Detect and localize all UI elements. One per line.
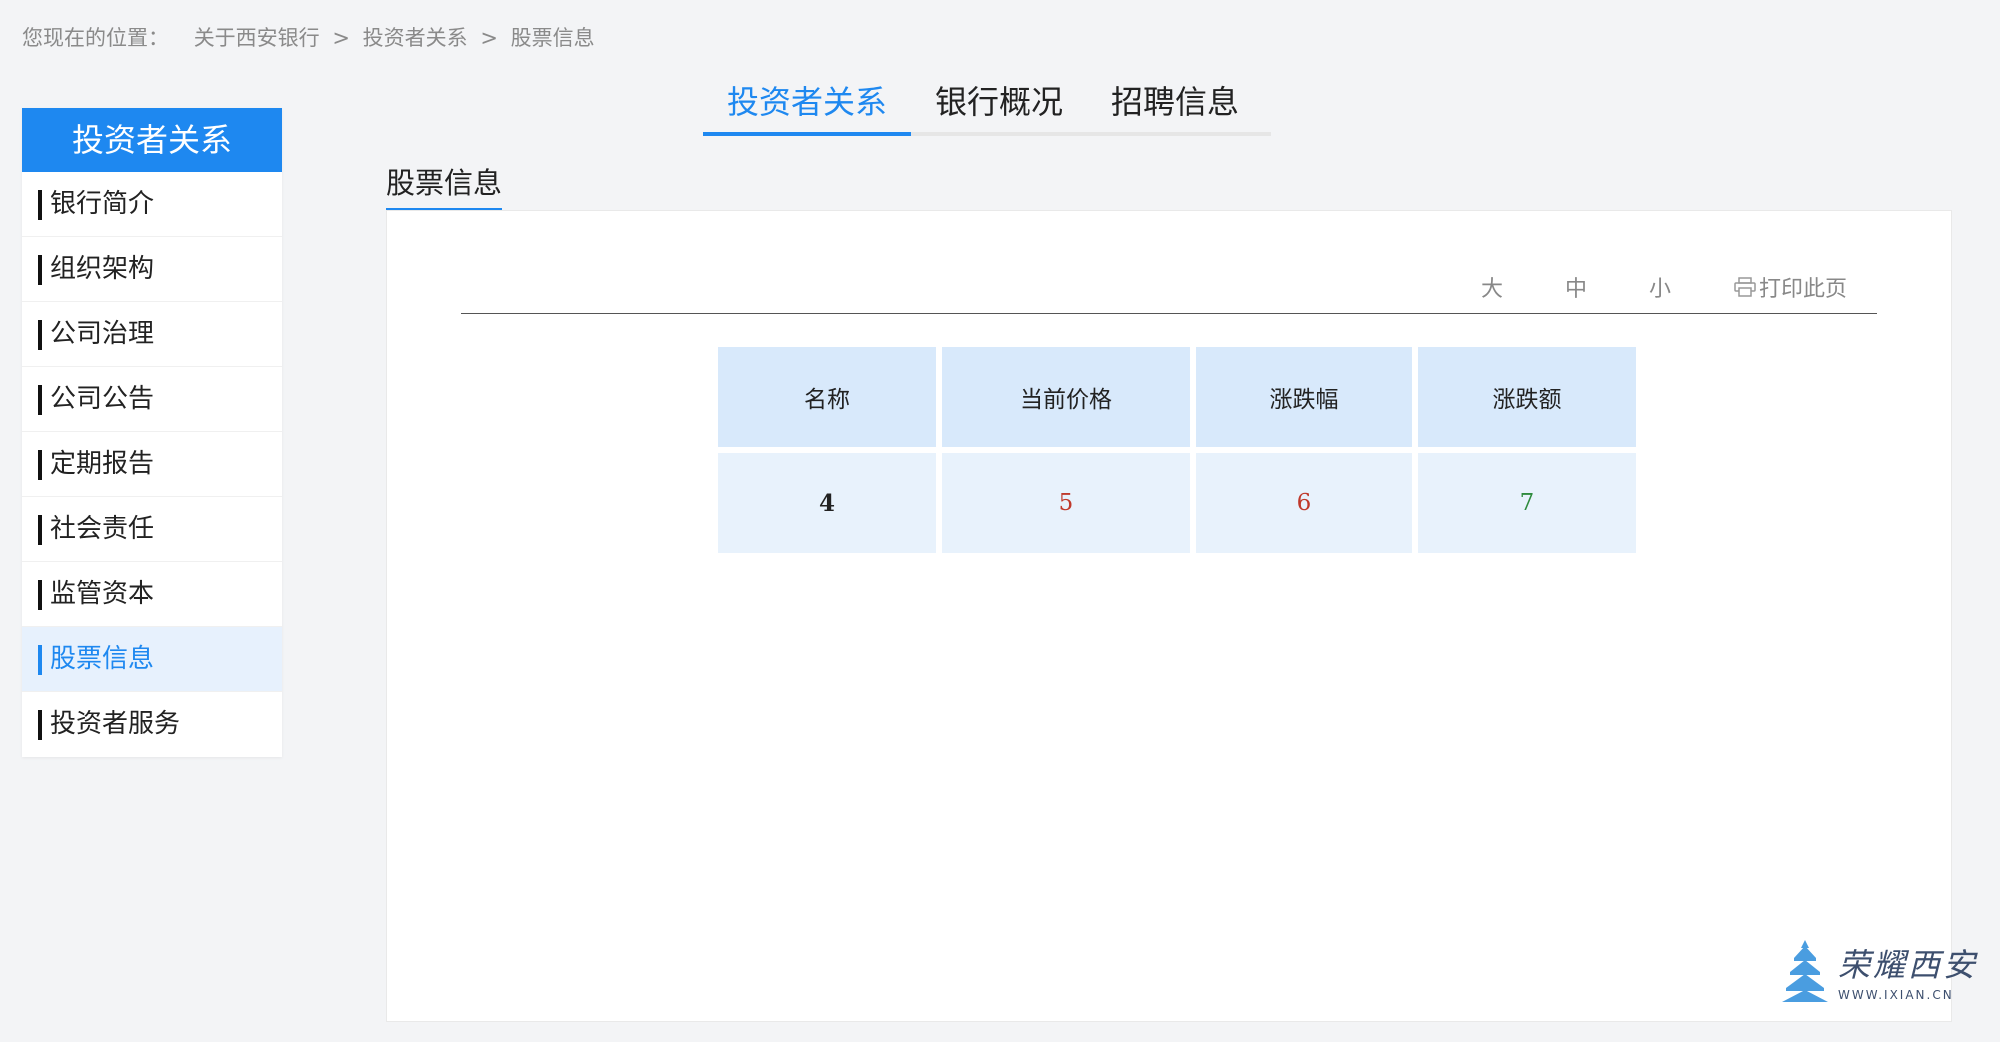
header-change-percent: 涨跌幅 (1196, 347, 1412, 447)
sidebar-item-investor-services[interactable]: 投资者服务 (22, 692, 282, 757)
section-title: 股票信息 (386, 160, 503, 212)
font-size-medium-button[interactable]: 中 (1565, 271, 1587, 303)
pagoda-logo-icon (1782, 940, 1828, 1002)
sidebar-item-marker (38, 710, 42, 740)
breadcrumb-link-about[interactable]: 关于西安银行 (194, 22, 320, 52)
table-row: 4 5 6 7 (718, 453, 1636, 553)
sidebar-item-label: 监管资本 (50, 579, 155, 609)
sidebar-item-marker (38, 190, 42, 220)
sidebar-item-label: 投资者服务 (50, 709, 181, 739)
stock-table: 名称 当前价格 涨跌幅 涨跌额 4 5 6 7 (712, 341, 1642, 559)
printer-icon (1734, 277, 1756, 297)
sidebar-item-marker (38, 645, 42, 675)
page: 您现在的位置： 关于西安银行 > 投资者关系 > 股票信息 投资者关系 银行简介… (0, 0, 2000, 1042)
sidebar-item-label: 股票信息 (50, 644, 155, 674)
breadcrumb-link-investor[interactable]: 投资者关系 (363, 22, 468, 52)
sidebar-item-label: 社会责任 (50, 514, 155, 544)
watermark-title: 荣耀西安 (1838, 946, 1979, 984)
sidebar-item-marker (38, 515, 42, 545)
sidebar-item-regulatory-capital[interactable]: 监管资本 (22, 562, 282, 627)
header-name: 名称 (718, 347, 936, 447)
watermark-subtitle: WWW.IXIAN.CN (1838, 988, 1954, 1002)
cell-change-percent: 6 (1196, 453, 1412, 553)
cell-current-price: 5 (942, 453, 1190, 553)
sidebar-item-governance[interactable]: 公司治理 (22, 302, 282, 367)
watermark-text: 荣耀西安 WWW.IXIAN.CN (1838, 940, 1978, 1002)
sidebar-item-stock-info[interactable]: 股票信息 (22, 627, 282, 692)
cell-name: 4 (718, 453, 936, 553)
print-label: 打印此页 (1758, 277, 1847, 302)
top-tabs: 投资者关系 银行概况 招聘信息 (703, 80, 1271, 136)
tab-bank-overview[interactable]: 银行概况 (911, 80, 1087, 132)
print-button[interactable]: 打印此页 (1733, 271, 1847, 303)
sidebar-item-label: 银行简介 (50, 189, 155, 219)
sidebar-item-label: 组织架构 (50, 254, 155, 284)
font-size-large-button[interactable]: 大 (1481, 271, 1503, 303)
toolbar: 大 中 小 打印此页 (461, 271, 1877, 314)
sidebar-item-label: 定期报告 (50, 449, 155, 479)
breadcrumb-separator: > (332, 26, 350, 50)
sidebar-item-marker (38, 255, 42, 285)
toolbar-tools: 大 中 小 打印此页 (1419, 271, 1847, 303)
tab-investor-relations[interactable]: 投资者关系 (703, 80, 912, 136)
sidebar-item-marker (38, 450, 42, 480)
sidebar-item-announcements[interactable]: 公司公告 (22, 367, 282, 432)
sidebar-item-organization[interactable]: 组织架构 (22, 237, 282, 302)
header-current-price: 当前价格 (942, 347, 1190, 447)
sidebar-item-bank-intro[interactable]: 银行简介 (22, 172, 282, 237)
cell-change-amount: 7 (1418, 453, 1636, 553)
sidebar-item-periodic-reports[interactable]: 定期报告 (22, 432, 282, 497)
content-panel: 大 中 小 打印此页 名称 当前价格 涨跌幅 涨跌额 4 5 6 7 (386, 210, 1952, 1022)
sidebar-item-marker (38, 580, 42, 610)
breadcrumb-separator: > (480, 26, 498, 50)
header-change-amount: 涨跌额 (1418, 347, 1636, 447)
sidebar-item-marker (38, 385, 42, 415)
sidebar: 投资者关系 银行简介 组织架构 公司治理 公司公告 定期报告 社会责任 监管资本 (22, 108, 282, 757)
breadcrumb-prefix: 您现在的位置： (22, 26, 169, 50)
table-header-row: 名称 当前价格 涨跌幅 涨跌额 (718, 347, 1636, 447)
breadcrumb-current: 股票信息 (510, 26, 595, 50)
sidebar-item-label: 公司公告 (50, 384, 155, 414)
sidebar-item-social-responsibility[interactable]: 社会责任 (22, 497, 282, 562)
font-size-small-button[interactable]: 小 (1649, 271, 1671, 303)
tab-recruitment[interactable]: 招聘信息 (1087, 80, 1263, 132)
sidebar-item-label: 公司治理 (50, 319, 155, 349)
sidebar-item-marker (38, 320, 42, 350)
sidebar-header: 投资者关系 (22, 108, 282, 172)
watermark: 荣耀西安 WWW.IXIAN.CN (1780, 938, 1978, 1004)
breadcrumb: 您现在的位置： 关于西安银行 > 投资者关系 > 股票信息 (22, 22, 595, 52)
